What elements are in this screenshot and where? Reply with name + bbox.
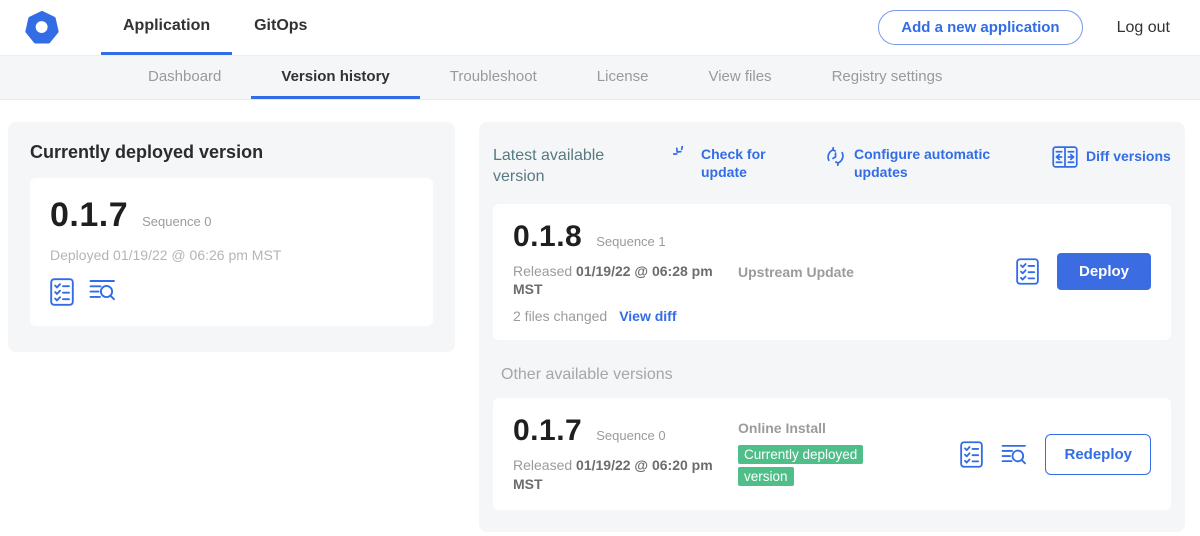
subnav-item-troubleshoot[interactable]: Troubleshoot bbox=[420, 56, 567, 99]
latest-version-number: 0.1.8 bbox=[513, 220, 582, 254]
refresh-icon bbox=[673, 146, 693, 166]
currently-deployed-badge: Currently deployed version bbox=[738, 445, 863, 486]
release-notes-icon[interactable] bbox=[1016, 258, 1039, 285]
auto-update-clock-icon bbox=[825, 146, 846, 167]
deploy-button[interactable]: Deploy bbox=[1057, 253, 1151, 290]
available-versions-panel: Latest available version Check for updat… bbox=[479, 122, 1185, 532]
release-notes-icon[interactable] bbox=[960, 441, 983, 468]
currently-deployed-card: Currently deployed version 0.1.7 Sequenc… bbox=[8, 122, 455, 352]
deployed-sequence-label: Sequence 0 bbox=[142, 214, 211, 229]
tab-application-label: Application bbox=[123, 17, 210, 35]
subnav-item-view-files[interactable]: View files bbox=[678, 56, 801, 99]
logout-button[interactable]: Log out bbox=[1117, 19, 1170, 37]
logo-icon bbox=[25, 11, 59, 45]
main-content: Currently deployed version 0.1.7 Sequenc… bbox=[0, 100, 1200, 532]
header-tabs: Application GitOps bbox=[101, 0, 329, 55]
view-diff-link[interactable]: View diff bbox=[619, 308, 676, 324]
deployed-timestamp: Deployed 01/19/22 @ 06:26 pm MST bbox=[50, 247, 413, 263]
tab-application[interactable]: Application bbox=[101, 0, 232, 55]
other-version-source: Online Install bbox=[738, 420, 960, 436]
latest-released-timestamp: Released 01/19/22 @ 06:28 pm MST bbox=[513, 262, 725, 300]
other-versions-title: Other available versions bbox=[501, 366, 1171, 384]
check-for-update-label: Check for update bbox=[701, 146, 767, 181]
app-subnav: Dashboard Version history Troubleshoot L… bbox=[0, 56, 1200, 100]
latest-available-title: Latest available version bbox=[493, 146, 621, 188]
latest-version-card: 0.1.8 Sequence 1 Released 01/19/22 @ 06:… bbox=[493, 204, 1171, 341]
tab-gitops[interactable]: GitOps bbox=[232, 0, 329, 55]
diff-icon bbox=[1052, 146, 1078, 168]
release-notes-icon[interactable] bbox=[50, 278, 74, 306]
subnav-item-version-history[interactable]: Version history bbox=[251, 56, 419, 99]
latest-sequence-label: Sequence 1 bbox=[596, 234, 665, 249]
deployed-version-card: 0.1.7 Sequence 0 Deployed 01/19/22 @ 06:… bbox=[30, 178, 433, 326]
deployed-version-number: 0.1.7 bbox=[50, 196, 128, 235]
add-application-button[interactable]: Add a new application bbox=[878, 10, 1082, 45]
other-released-timestamp: Released 01/19/22 @ 06:20 pm MST bbox=[513, 456, 725, 494]
app-logo bbox=[25, 0, 59, 55]
configure-automatic-updates-label: Configure automatic updates bbox=[854, 146, 994, 181]
check-for-update-link[interactable]: Check for update bbox=[673, 146, 767, 181]
view-files-icon[interactable] bbox=[1001, 443, 1027, 466]
released-prefix: Released bbox=[513, 263, 572, 279]
subnav-item-dashboard[interactable]: Dashboard bbox=[118, 56, 251, 99]
released-prefix: Released bbox=[513, 457, 572, 473]
other-version-card: 0.1.7 Sequence 0 Released 01/19/22 @ 06:… bbox=[493, 398, 1171, 510]
subnav-item-license[interactable]: License bbox=[567, 56, 679, 99]
redeploy-button[interactable]: Redeploy bbox=[1045, 434, 1151, 475]
diff-versions-link[interactable]: Diff versions bbox=[1052, 146, 1171, 168]
other-version-number: 0.1.7 bbox=[513, 414, 582, 448]
files-changed-label: 2 files changed bbox=[513, 308, 607, 324]
other-sequence-label: Sequence 0 bbox=[596, 428, 665, 443]
view-files-icon[interactable] bbox=[89, 278, 116, 306]
app-header: Application GitOps Add a new application… bbox=[0, 0, 1200, 56]
diff-versions-label: Diff versions bbox=[1086, 148, 1171, 166]
deployed-card-title: Currently deployed version bbox=[30, 142, 433, 163]
configure-automatic-updates-link[interactable]: Configure automatic updates bbox=[825, 146, 994, 181]
tab-gitops-label: GitOps bbox=[254, 17, 307, 35]
latest-version-source: Upstream Update bbox=[738, 264, 854, 280]
subnav-item-registry-settings[interactable]: Registry settings bbox=[802, 56, 973, 99]
